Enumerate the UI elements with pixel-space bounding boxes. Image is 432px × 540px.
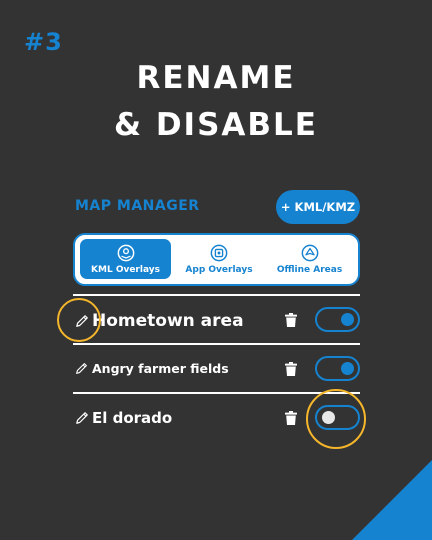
- corner-accent: [352, 460, 432, 540]
- toggle-knob: [341, 361, 354, 375]
- headline-line-2: & DISABLE: [114, 107, 318, 143]
- highlight-circle: [306, 389, 366, 449]
- trash-icon[interactable]: [285, 313, 297, 327]
- offline-area-icon: [301, 244, 318, 261]
- step-number: #3: [24, 28, 63, 56]
- overlay-tabs: KML Overlays App Overlays Offline Areas: [73, 233, 360, 286]
- toggle-knob: [341, 312, 354, 326]
- kml-overlay-icon: [117, 244, 134, 261]
- tab-app-overlays[interactable]: App Overlays: [175, 239, 263, 279]
- overlay-name[interactable]: Angry farmer fields: [92, 361, 229, 376]
- tab-label: App Overlays: [185, 264, 253, 275]
- divider: [73, 392, 360, 394]
- app-overlay-icon: [210, 244, 228, 261]
- tab-label: KML Overlays: [91, 264, 160, 275]
- overlay-toggle[interactable]: [315, 307, 360, 332]
- pencil-icon[interactable]: [75, 362, 88, 375]
- overlay-name[interactable]: El dorado: [92, 409, 172, 427]
- trash-icon[interactable]: [285, 411, 297, 425]
- overlay-name[interactable]: Hometown area: [92, 311, 244, 331]
- overlay-toggle[interactable]: [315, 356, 360, 381]
- headline-line-1: RENAME: [136, 60, 296, 96]
- tab-offline-areas[interactable]: Offline Areas: [265, 239, 354, 279]
- trash-icon[interactable]: [285, 362, 297, 376]
- map-manager-title: MAP MANAGER: [75, 198, 200, 214]
- divider: [73, 294, 360, 296]
- tab-kml-overlays[interactable]: KML Overlays: [80, 239, 171, 279]
- highlight-circle: [57, 298, 101, 342]
- divider: [73, 343, 360, 345]
- add-kml-kmz-button[interactable]: + KML/KMZ: [276, 190, 360, 224]
- tab-label: Offline Areas: [276, 264, 343, 275]
- pencil-icon[interactable]: [75, 411, 89, 425]
